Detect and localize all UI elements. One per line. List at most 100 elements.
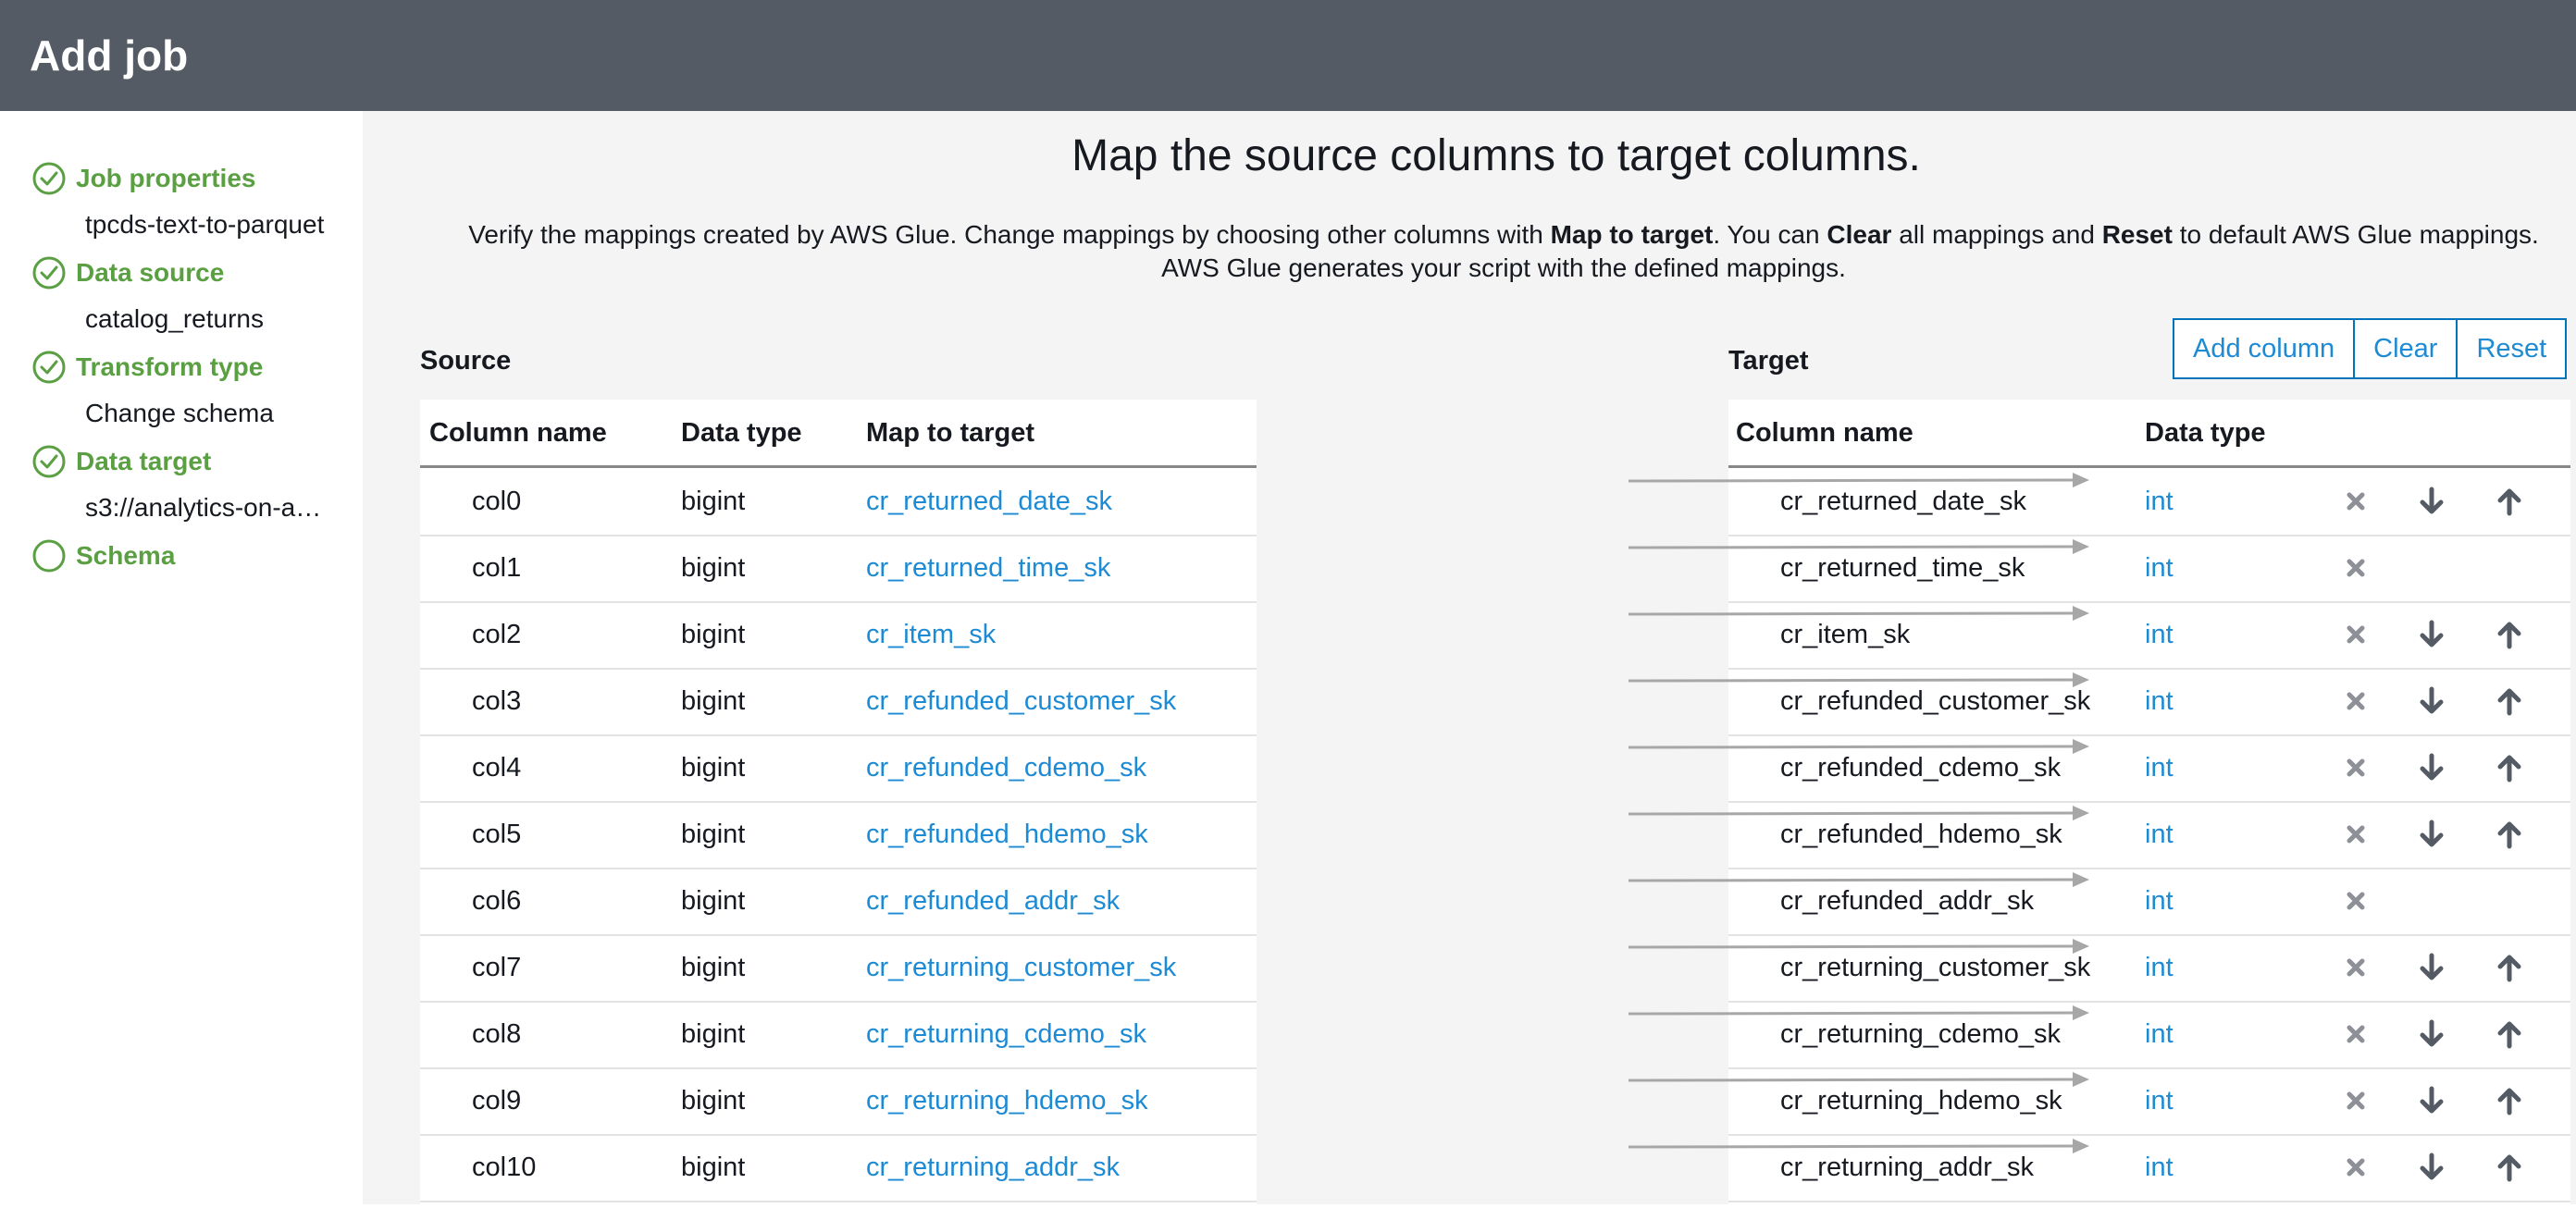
- move-up-arrow-icon[interactable]: [2493, 618, 2526, 651]
- check-circle-icon: [32, 256, 66, 290]
- move-up-arrow-icon[interactable]: [2493, 1084, 2526, 1117]
- move-up-arrow-icon[interactable]: [2493, 818, 2526, 851]
- target-label: Target: [1728, 346, 1809, 376]
- target-data-type-header: Data type: [2145, 418, 2266, 448]
- mapping-arrow: [1629, 739, 2089, 754]
- reset-button[interactable]: Reset: [2456, 318, 2568, 379]
- move-down-arrow-icon[interactable]: [2415, 684, 2448, 718]
- map-to-target-link[interactable]: cr_refunded_hdemo_sk: [866, 801, 1148, 868]
- remove-mapping-x-icon[interactable]: [2339, 1151, 2372, 1184]
- source-table-row: col0 bigint cr_returned_date_sk: [420, 468, 1257, 536]
- target-data-type-link[interactable]: int: [2145, 601, 2174, 668]
- target-data-type-link[interactable]: int: [2145, 535, 2174, 601]
- source-table-row: col1 bigint cr_returned_time_sk: [420, 535, 1257, 603]
- remove-mapping-x-icon[interactable]: [2339, 951, 2372, 984]
- source-table-row: col8 bigint cr_returning_cdemo_sk: [420, 1001, 1257, 1069]
- mapping-arrow: [1629, 473, 2089, 487]
- wizard-step-label: Data source: [76, 258, 225, 287]
- target-data-type-link[interactable]: int: [2145, 934, 2174, 1001]
- move-down-arrow-icon[interactable]: [2415, 1017, 2448, 1051]
- source-data-type: bigint: [681, 886, 746, 916]
- move-up-arrow-icon[interactable]: [2493, 1151, 2526, 1184]
- move-down-arrow-icon[interactable]: [2415, 751, 2448, 784]
- target-data-type-link[interactable]: int: [2145, 1067, 2174, 1134]
- remove-mapping-x-icon[interactable]: [2339, 1017, 2372, 1051]
- remove-mapping-x-icon[interactable]: [2339, 551, 2372, 585]
- source-table-row: col9 bigint cr_returning_hdemo_sk: [420, 1067, 1257, 1136]
- mapping-arrow: [1629, 606, 2089, 621]
- map-to-target-link[interactable]: cr_returned_time_sk: [866, 535, 1110, 601]
- source-data-type: bigint: [681, 487, 746, 516]
- map-to-target-link[interactable]: cr_refunded_addr_sk: [866, 868, 1120, 934]
- source-column-name: col10: [472, 1153, 537, 1182]
- wizard-step-label: Data target: [76, 447, 212, 475]
- move-down-arrow-icon[interactable]: [2415, 951, 2448, 984]
- target-column-name-header: Column name: [1736, 418, 1913, 448]
- source-table-row: col3 bigint cr_refunded_customer_sk: [420, 668, 1257, 736]
- source-column-name: col4: [472, 753, 522, 783]
- mapping-arrow: [1629, 539, 2089, 554]
- mapping-title: Map the source columns to target columns…: [1071, 131, 1921, 180]
- move-down-arrow-icon[interactable]: [2415, 1084, 2448, 1117]
- remove-mapping-x-icon[interactable]: [2339, 684, 2372, 718]
- source-column-name: col7: [472, 953, 522, 982]
- target-data-type-link[interactable]: int: [2145, 1134, 2174, 1201]
- move-up-arrow-icon[interactable]: [2493, 751, 2526, 784]
- remove-mapping-x-icon[interactable]: [2339, 618, 2372, 651]
- remove-mapping-x-icon[interactable]: [2339, 485, 2372, 518]
- mapping-arrow: [1629, 672, 2089, 687]
- target-data-type-link[interactable]: int: [2145, 1001, 2174, 1067]
- map-to-target-link[interactable]: cr_returned_date_sk: [866, 468, 1112, 535]
- map-to-target-link[interactable]: cr_returning_hdemo_sk: [866, 1067, 1148, 1134]
- remove-mapping-x-icon[interactable]: [2339, 1084, 2372, 1117]
- source-table-row: col5 bigint cr_refunded_hdemo_sk: [420, 801, 1257, 869]
- target-data-type-link[interactable]: int: [2145, 668, 2174, 734]
- map-to-target-header: Map to target: [866, 418, 1035, 448]
- move-down-arrow-icon[interactable]: [2415, 1151, 2448, 1184]
- mapping-arrow: [1629, 1005, 2089, 1020]
- wizard-step-label: Job properties: [76, 164, 256, 192]
- check-circle-icon: [32, 445, 66, 478]
- target-data-type-link[interactable]: int: [2145, 801, 2174, 868]
- source-data-type: bigint: [681, 753, 746, 783]
- target-data-type-link[interactable]: int: [2145, 468, 2174, 535]
- remove-mapping-x-icon[interactable]: [2339, 884, 2372, 918]
- move-up-arrow-icon[interactable]: [2493, 485, 2526, 518]
- mapping-arrow: [1629, 872, 2089, 887]
- mapping-arrows: [1629, 473, 2089, 1153]
- remove-mapping-x-icon[interactable]: [2339, 818, 2372, 851]
- mapping-arrow: [1629, 1072, 2089, 1087]
- map-to-target-link[interactable]: cr_refunded_cdemo_sk: [866, 734, 1146, 801]
- move-up-arrow-icon[interactable]: [2493, 951, 2526, 984]
- wizard-step-label: Schema: [76, 541, 176, 570]
- mapping-arrow: [1629, 1139, 2089, 1153]
- wizard-step-detail: catalog_returns: [85, 304, 265, 333]
- move-up-arrow-icon[interactable]: [2493, 1017, 2526, 1051]
- target-data-type-link[interactable]: int: [2145, 868, 2174, 934]
- main-panel: Map the source columns to target columns…: [363, 111, 2576, 1204]
- source-data-type: bigint: [681, 686, 746, 716]
- mapping-arrow: [1629, 939, 2089, 954]
- move-down-arrow-icon[interactable]: [2415, 618, 2448, 651]
- target-data-type-link[interactable]: int: [2145, 734, 2174, 801]
- source-data-type: bigint: [681, 1086, 746, 1116]
- source-column-name: col6: [472, 886, 522, 916]
- add-column-button[interactable]: Add column: [2173, 318, 2356, 379]
- source-table-row: col4 bigint cr_refunded_cdemo_sk: [420, 734, 1257, 803]
- source-data-type: bigint: [681, 953, 746, 982]
- source-column-name: col8: [472, 1019, 522, 1049]
- map-to-target-link[interactable]: cr_refunded_customer_sk: [866, 668, 1176, 734]
- clear-button[interactable]: Clear: [2353, 318, 2458, 379]
- move-down-arrow-icon[interactable]: [2415, 485, 2448, 518]
- map-to-target-link[interactable]: cr_returning_cdemo_sk: [866, 1001, 1146, 1067]
- map-to-target-link[interactable]: cr_item_sk: [866, 601, 996, 668]
- map-to-target-link[interactable]: cr_returning_customer_sk: [866, 934, 1176, 1001]
- move-up-arrow-icon[interactable]: [2493, 684, 2526, 718]
- source-column-name: col9: [472, 1086, 522, 1116]
- move-down-arrow-icon[interactable]: [2415, 818, 2448, 851]
- source-data-type: bigint: [681, 1019, 746, 1049]
- source-table: Column name Data type Map to target col0…: [420, 400, 1257, 1204]
- map-to-target-link[interactable]: cr_returning_addr_sk: [866, 1134, 1120, 1201]
- remove-mapping-x-icon[interactable]: [2339, 751, 2372, 784]
- source-data-type: bigint: [681, 620, 746, 649]
